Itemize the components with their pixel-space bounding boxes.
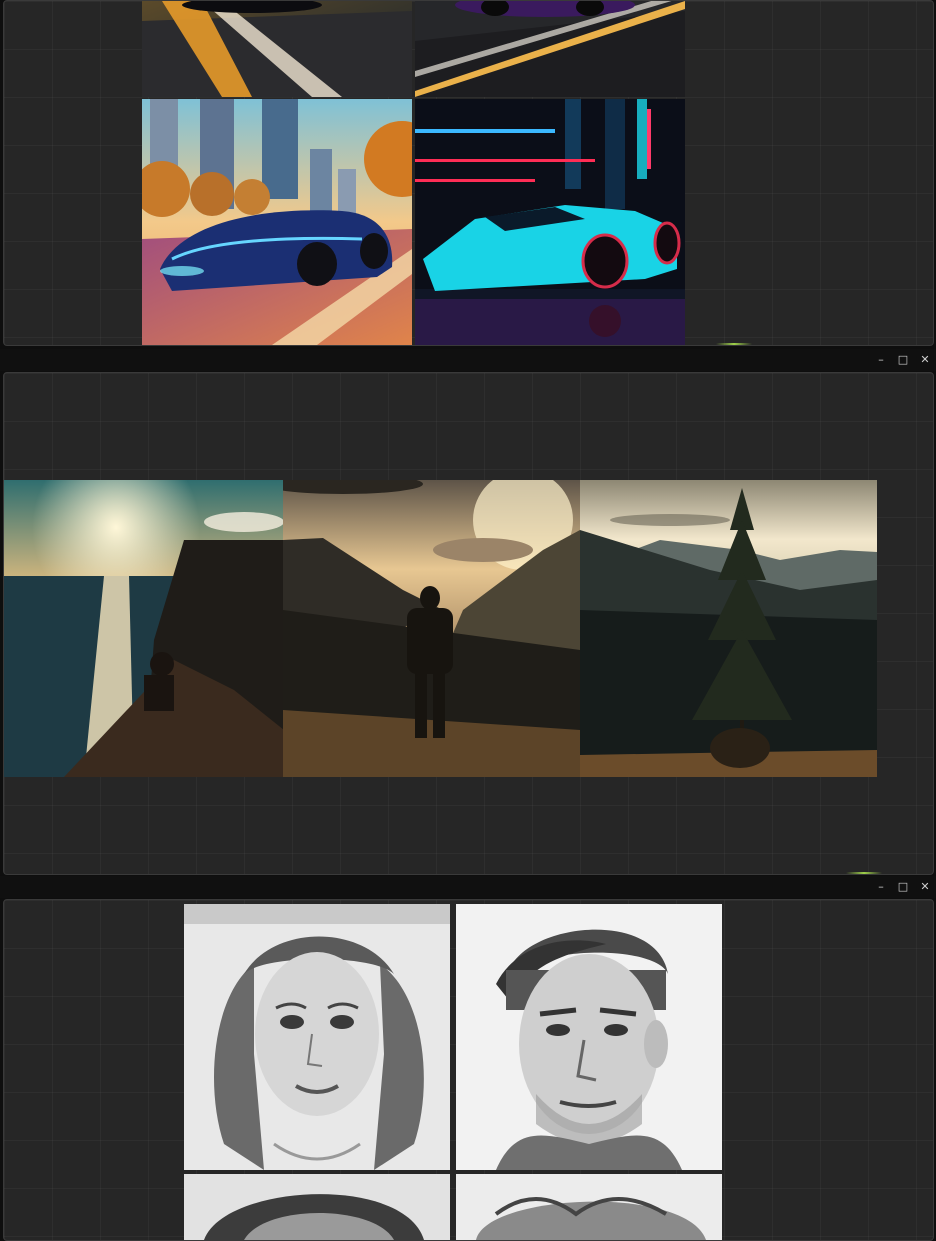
car-gallery-panel [3,0,934,346]
car-neon-cyan-image[interactable] [415,99,685,345]
accent-indicator [716,343,752,345]
close-icon[interactable]: ✕ [918,880,932,894]
minimize-icon[interactable]: – [874,353,888,367]
maximize-icon[interactable]: □ [896,353,910,367]
sketch-child-2-image[interactable] [456,1174,722,1240]
pine-tree-forest-image[interactable] [580,480,877,777]
window-titlebar: – □ ✕ [0,876,936,898]
portrait-panel [3,899,934,1241]
close-icon[interactable]: ✕ [918,353,932,367]
window-titlebar: – □ ✕ [0,349,936,371]
sunset-sea-cliff-image[interactable] [4,480,284,777]
maximize-icon[interactable]: □ [896,880,910,894]
car-road-orange-image[interactable] [142,1,412,97]
person-on-hill-image[interactable] [283,480,580,777]
sketch-man-image[interactable] [456,904,722,1170]
landscape-panel [3,372,934,875]
accent-indicator [846,872,882,874]
minimize-icon[interactable]: – [874,880,888,894]
sketch-child-1-image[interactable] [184,1174,450,1240]
car-city-blue-image[interactable] [142,99,412,345]
sketch-woman-image[interactable] [184,904,450,1170]
car-road-purple-image[interactable] [415,1,685,97]
